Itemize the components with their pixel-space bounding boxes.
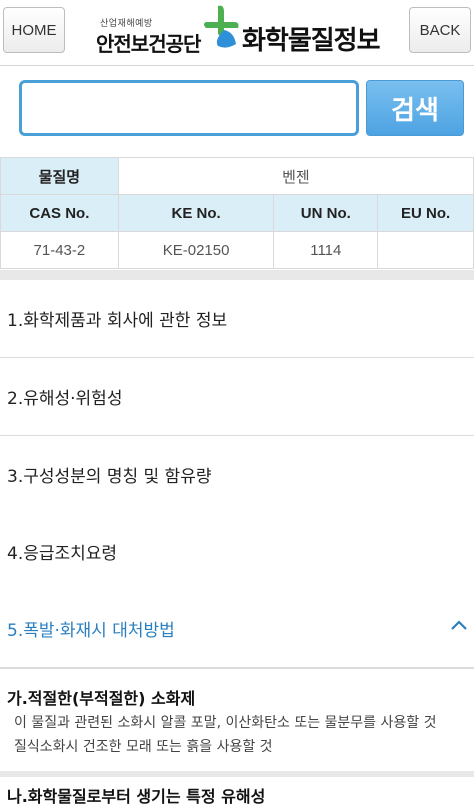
section-label: 2.유해성·위험성 [7, 389, 123, 409]
app-title: 화학물질정보 [242, 26, 381, 56]
column-header-eu: EU No. [377, 194, 474, 232]
logo-organization: 안전보건공단 [96, 32, 201, 56]
section-first-aid[interactable]: 4.응급조치요령 [0, 513, 474, 591]
logo-cross-icon [204, 5, 239, 48]
search-button[interactable]: 검색 [366, 80, 464, 136]
home-button[interactable]: HOME [3, 7, 65, 53]
name-value: 벤젠 [117, 157, 474, 195]
section-label: 4.응급조치요령 [7, 544, 118, 564]
section-label: 1.화학제품과 회사에 관한 정보 [7, 311, 228, 331]
subsection-title: 가.적절한(부적절한) 소화제 [7, 689, 196, 708]
cas-value: 71-43-2 [0, 231, 119, 269]
column-header-ke: KE No. [117, 194, 275, 232]
section-label: 3.구성성분의 명칭 및 함유량 [7, 467, 212, 487]
column-header-cas: CAS No. [0, 194, 119, 232]
section-composition[interactable]: 3.구성성분의 명칭 및 함유량 [0, 436, 474, 514]
table-row: 71-43-2 KE-02150 1114 [0, 231, 474, 269]
kosha-logo: 산업재해예방 안전보건공단 화학물질정보 [96, 4, 386, 60]
section-company-info[interactable]: 1.화학제품과 회사에 관한 정보 [0, 280, 474, 358]
un-value: 1114 [273, 231, 379, 269]
back-button[interactable]: BACK [409, 7, 471, 53]
section-content: 가.적절한(부적절한) 소화제 이 물질과 관련된 소화시 알콜 포말, 이산화… [0, 668, 474, 812]
chemical-info-table: 물질명 벤젠 CAS No. KE No. UN No. EU No. 71-4… [0, 157, 474, 269]
table-row: 물질명 벤젠 [0, 157, 474, 195]
column-header-un: UN No. [273, 194, 379, 232]
eu-value [377, 231, 474, 269]
section-hazards[interactable]: 2.유해성·위험성 [0, 358, 474, 436]
top-bar: HOME 산업재해예방 안전보건공단 화학물질정보 BACK [0, 0, 474, 66]
search-bar: 검색 [0, 66, 474, 158]
body-text: 이 물질과 관련된 소화시 알콜 포말, 이산화탄소 또는 물분무를 사용할 것 [14, 715, 437, 731]
section-firefighting[interactable]: 5.폭발·화재시 대처방법 [0, 590, 474, 668]
subsection-title: 나.화학물질로부터 생기는 특정 유해성 [7, 787, 266, 806]
ke-value: KE-02150 [117, 231, 275, 269]
divider [0, 771, 474, 777]
divider [0, 270, 474, 280]
chevron-up-icon[interactable] [450, 616, 468, 634]
body-text: 질식소화시 건조한 모래 또는 흙을 사용할 것 [14, 739, 273, 755]
search-input[interactable] [19, 80, 359, 136]
table-row: CAS No. KE No. UN No. EU No. [0, 194, 474, 232]
section-label: 5.폭발·화재시 대처방법 [7, 621, 175, 641]
name-header: 물질명 [0, 157, 119, 195]
